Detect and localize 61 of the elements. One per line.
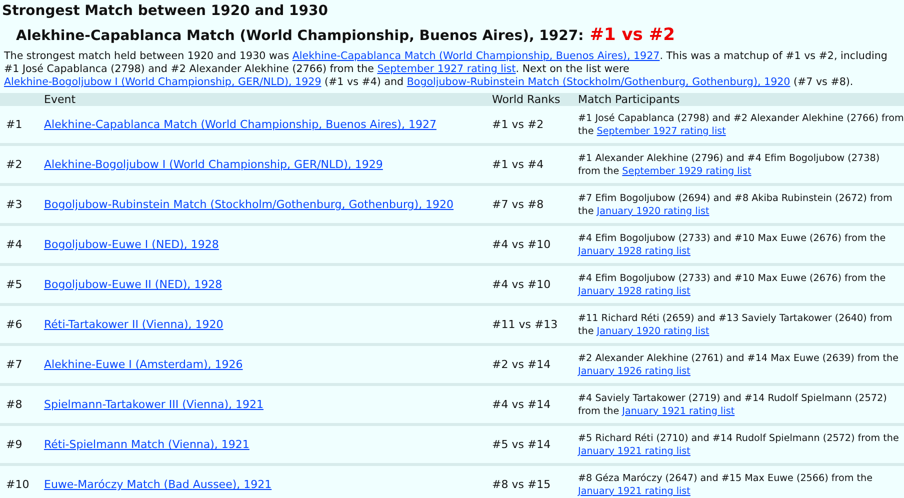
event-link[interactable]: Bogoljubow-Euwe I (NED), 1928 xyxy=(44,238,219,251)
event-link[interactable]: Bogoljubow-Euwe II (NED), 1928 xyxy=(44,278,222,291)
match-link[interactable]: Alekhine-Bogoljubow I (World Championship, GER/NLD), 1929 xyxy=(4,76,322,88)
rating-list-link[interactable]: January 1921 rating list xyxy=(578,446,690,456)
match-link[interactable]: September 1927 rating list xyxy=(377,63,516,75)
world-ranks-cell-text: #8 vs #15 xyxy=(492,478,552,491)
column-header: Match Participants xyxy=(578,93,681,106)
rank-cell-text: #9 xyxy=(5,438,24,451)
rating-list-link[interactable]: January 1921 rating list xyxy=(578,486,690,496)
match-title: Alekhine-Capablanca Match (World Championship, Buenos Aires), 1927: xyxy=(16,28,584,44)
rank-cell-text: #3 xyxy=(5,198,24,211)
event-link[interactable]: Alekhine-Capablanca Match (World Championship, Buenos Aires), 1927 xyxy=(44,118,436,131)
participants-cell-text: #4 Efim Bogoljubow (2733) and #10 Max Euwe (2676) from the January 1928 rating list xyxy=(578,272,887,298)
rank-cell-text: #10 xyxy=(5,478,30,491)
event-link[interactable]: Bogoljubow-Rubinstein Match (Stockholm/Gothenburg, Gothenburg), 1920 xyxy=(44,198,454,211)
rating-list-link[interactable]: January 1926 rating list xyxy=(578,366,690,376)
event-link[interactable]: Euwe-Maróczy Match (Bad Aussee), 1921 xyxy=(44,478,272,491)
column-header: World Ranks xyxy=(492,93,562,106)
world-ranks-cell-text: #4 vs #14 xyxy=(492,398,552,411)
world-ranks-cell-text: #11 vs #13 xyxy=(492,318,559,331)
participants-cell-text: #8 Géza Maróczy (2647) and #15 Max Euwe (2566) from the January 1921 rating list xyxy=(578,472,874,498)
world-ranks-cell-text: #5 vs #14 xyxy=(492,438,552,451)
world-ranks-cell-text: #4 vs #10 xyxy=(492,278,552,291)
rating-list-link[interactable]: September 1929 rating list xyxy=(622,166,752,176)
participants-cell-text: #4 Efim Bogoljubow (2733) and #10 Max Euwe (2676) from the January 1928 rating list xyxy=(578,232,887,258)
participants-cell-text: #7 Efim Bogoljubow (2694) and #8 Akiba Rubinstein (2672) from the January 1920 rating list xyxy=(578,192,894,218)
participants-cell-text: #2 Alexander Alekhine (2761) and #14 Max Euwe (2639) from the January 1926 rating list xyxy=(578,352,900,378)
participants-cell: #1 José Capablanca (2798) and #2 Alexander Alekhine (2766) from the September 1927 rating list xyxy=(578,112,904,138)
participants-cell-text: #4 Saviely Tartakower (2719) and #14 Rudolf Spielmann (2572) from the January 1921 rating list xyxy=(578,392,888,418)
world-ranks-cell-text: #4 vs #10 xyxy=(492,238,552,251)
event-link[interactable]: Alekhine-Euwe I (Amsterdam), 1926 xyxy=(44,358,243,371)
rank-cell-text: #2 xyxy=(5,158,24,171)
rating-list-link[interactable]: September 1927 rating list xyxy=(596,126,726,136)
rank-cell-text: #5 xyxy=(5,278,24,291)
world-ranks-cell-text: #1 vs #4 xyxy=(492,158,545,171)
rating-list-link[interactable]: January 1928 rating list xyxy=(578,246,690,256)
event-link[interactable]: Spielmann-Tartakower III (Vienna), 1921 xyxy=(44,398,264,411)
event-link[interactable]: Réti-Spielmann Match (Vienna), 1921 xyxy=(44,438,250,451)
world-ranks-cell-text: #1 vs #2 xyxy=(492,118,545,131)
rating-list-link[interactable]: January 1928 rating list xyxy=(578,286,690,296)
event-link[interactable]: Alekhine-Bogoljubow I (World Championship, GER/NLD), 1929 xyxy=(44,158,383,171)
world-ranks-cell-text: #2 vs #14 xyxy=(492,358,552,371)
rating-list-link[interactable]: January 1921 rating list xyxy=(622,406,735,416)
rating-list-link[interactable]: January 1920 rating list xyxy=(596,326,710,336)
summary-paragraph: The strongest match held between 1920 and 1930 was Alekhine-Capablanca Match (World Championship, Buenos Aires), 1927. This was a matchup of #1 vs #2, including #1 José Capablanca (2798) and #2 Alexander Alekhine (2766) from the September 1927 rating list. Next on the list were Alekhine-Bogoljubow I (World Championship, GER/NLD), 1929 (#1 vs #4) and Bogoljubow-Rubinstein Match (Stockholm/Gothenburg, Gothenburg), 1920 (#7 vs #8). xyxy=(3,50,888,89)
match-ranks: #1 vs #2 xyxy=(590,25,675,45)
event-link[interactable]: Réti-Tartakower II (Vienna), 1920 xyxy=(44,318,224,331)
rank-cell-text: #6 xyxy=(5,318,24,331)
page-title: Strongest Match between 1920 and 1930 xyxy=(1,2,329,19)
match-link[interactable]: Bogoljubow-Rubinstein Match (Stockholm/Gothenburg, Gothenburg), 1920 xyxy=(406,76,790,88)
rank-cell-text: #4 xyxy=(5,238,24,251)
rank-cell-text: #8 xyxy=(5,398,24,411)
participants-cell-text: #5 Richard Réti (2710) and #14 Rudolf Spielmann (2572) from the January 1921 rating list xyxy=(578,432,900,458)
match-link[interactable]: Alekhine-Capablanca Match (World Championship, Buenos Aires), 1927 xyxy=(292,50,660,62)
world-ranks-cell-text: #7 vs #8 xyxy=(492,198,545,211)
participants-cell-text: #11 Richard Réti (2659) and #13 Saviely Tartakower (2640) from the January 1920 rating list xyxy=(578,312,894,338)
participants-cell-text: #1 Alexander Alekhine (2796) and #4 Efim Bogoljubow (2738) from the September 1929 rating list xyxy=(578,152,881,178)
rank-cell-text: #1 xyxy=(5,118,24,131)
column-header: Event xyxy=(44,93,77,106)
rank-cell-text: #7 xyxy=(5,358,24,371)
rating-list-link[interactable]: January 1920 rating list xyxy=(596,206,710,216)
